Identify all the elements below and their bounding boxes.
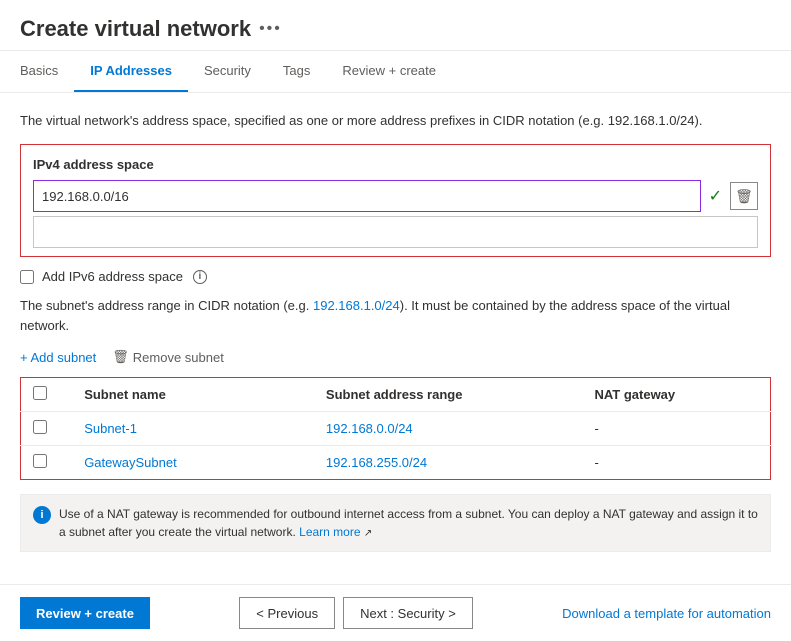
select-all-checkbox[interactable] — [33, 386, 47, 400]
trash-icon: 🗑 — [112, 349, 129, 365]
table-row: GatewaySubnet 192.168.255.0/24 - — [21, 446, 771, 480]
ipv6-info-icon[interactable]: i — [193, 270, 207, 284]
subnet-description: The subnet's address range in CIDR notat… — [20, 296, 771, 335]
subnet-1-nat: - — [582, 412, 770, 446]
check-icon: ✓ — [705, 186, 726, 206]
ipv6-checkbox-row: Add IPv6 address space i — [20, 269, 771, 284]
page-header: Create virtual network ••• — [0, 0, 791, 51]
delete-address-icon[interactable]: 🗑 — [730, 182, 758, 210]
gateway-subnet-checkbox[interactable] — [33, 454, 47, 468]
subnet-1-name: Subnet-1 — [72, 412, 314, 446]
tab-review-create[interactable]: Review + create — [326, 51, 452, 92]
next-security-button[interactable]: Next : Security > — [343, 597, 473, 629]
cidr-example-link[interactable]: 192.168.1.0/24 — [313, 298, 400, 313]
tab-basics[interactable]: Basics — [20, 51, 74, 92]
subnet-1-range-link[interactable]: 192.168.0.0/24 — [326, 421, 413, 436]
remove-subnet-button[interactable]: 🗑 Remove subnet — [112, 349, 224, 365]
gateway-subnet-nat: - — [582, 446, 770, 480]
gateway-subnet-range-link[interactable]: 192.168.255.0/24 — [326, 455, 427, 470]
table-row: Subnet-1 192.168.0.0/24 - — [21, 412, 771, 446]
tab-ip-addresses[interactable]: IP Addresses — [74, 51, 188, 92]
previous-button[interactable]: < Previous — [239, 597, 335, 629]
subnet-1-checkbox[interactable] — [33, 420, 47, 434]
nat-info-text: Use of a NAT gateway is recommended for … — [59, 505, 758, 541]
subnet-1-link[interactable]: Subnet-1 — [84, 421, 137, 436]
external-link-icon: ↗ — [364, 528, 372, 539]
add-subnet-button[interactable]: + Add subnet — [20, 350, 96, 365]
more-options-icon[interactable]: ••• — [259, 20, 282, 38]
empty-address-input[interactable] — [33, 216, 758, 248]
footer-bar: Review + create < Previous Next : Securi… — [0, 584, 791, 641]
gateway-subnet-link[interactable]: GatewaySubnet — [84, 455, 177, 470]
table-header-subnet-range: Subnet address range — [314, 378, 583, 412]
table-header-subnet-name: Subnet name — [72, 378, 314, 412]
main-content: The virtual network's address space, spe… — [0, 93, 791, 584]
table-header-check — [21, 378, 73, 412]
row-checkbox-cell — [21, 446, 73, 480]
review-create-button[interactable]: Review + create — [20, 597, 150, 629]
tab-tags[interactable]: Tags — [267, 51, 326, 92]
ipv6-checkbox[interactable] — [20, 270, 34, 284]
gateway-subnet-name: GatewaySubnet — [72, 446, 314, 480]
tabs-bar: Basics IP Addresses Security Tags Review… — [0, 51, 791, 93]
description-text: The virtual network's address space, spe… — [20, 113, 771, 128]
learn-more-link[interactable]: Learn more — [299, 525, 360, 539]
nat-info-box: i Use of a NAT gateway is recommended fo… — [20, 494, 771, 552]
ipv6-label: Add IPv6 address space — [42, 269, 183, 284]
table-header-nat: NAT gateway — [582, 378, 770, 412]
gateway-subnet-range: 192.168.255.0/24 — [314, 446, 583, 480]
ipv4-label: IPv4 address space — [33, 157, 758, 172]
subnet-1-range: 192.168.0.0/24 — [314, 412, 583, 446]
nat-info-icon: i — [33, 506, 51, 524]
tab-security[interactable]: Security — [188, 51, 267, 92]
subnet-table: Subnet name Subnet address range NAT gat… — [20, 377, 771, 480]
ipv4-section: IPv4 address space ✓ 🗑 — [20, 144, 771, 257]
subnet-actions: + Add subnet 🗑 Remove subnet — [20, 349, 771, 365]
row-checkbox-cell — [21, 412, 73, 446]
download-template-button[interactable]: Download a template for automation — [562, 606, 771, 621]
page-title: Create virtual network — [20, 16, 251, 42]
address-input-row: ✓ 🗑 — [33, 180, 758, 212]
ipv4-address-input[interactable] — [33, 180, 701, 212]
